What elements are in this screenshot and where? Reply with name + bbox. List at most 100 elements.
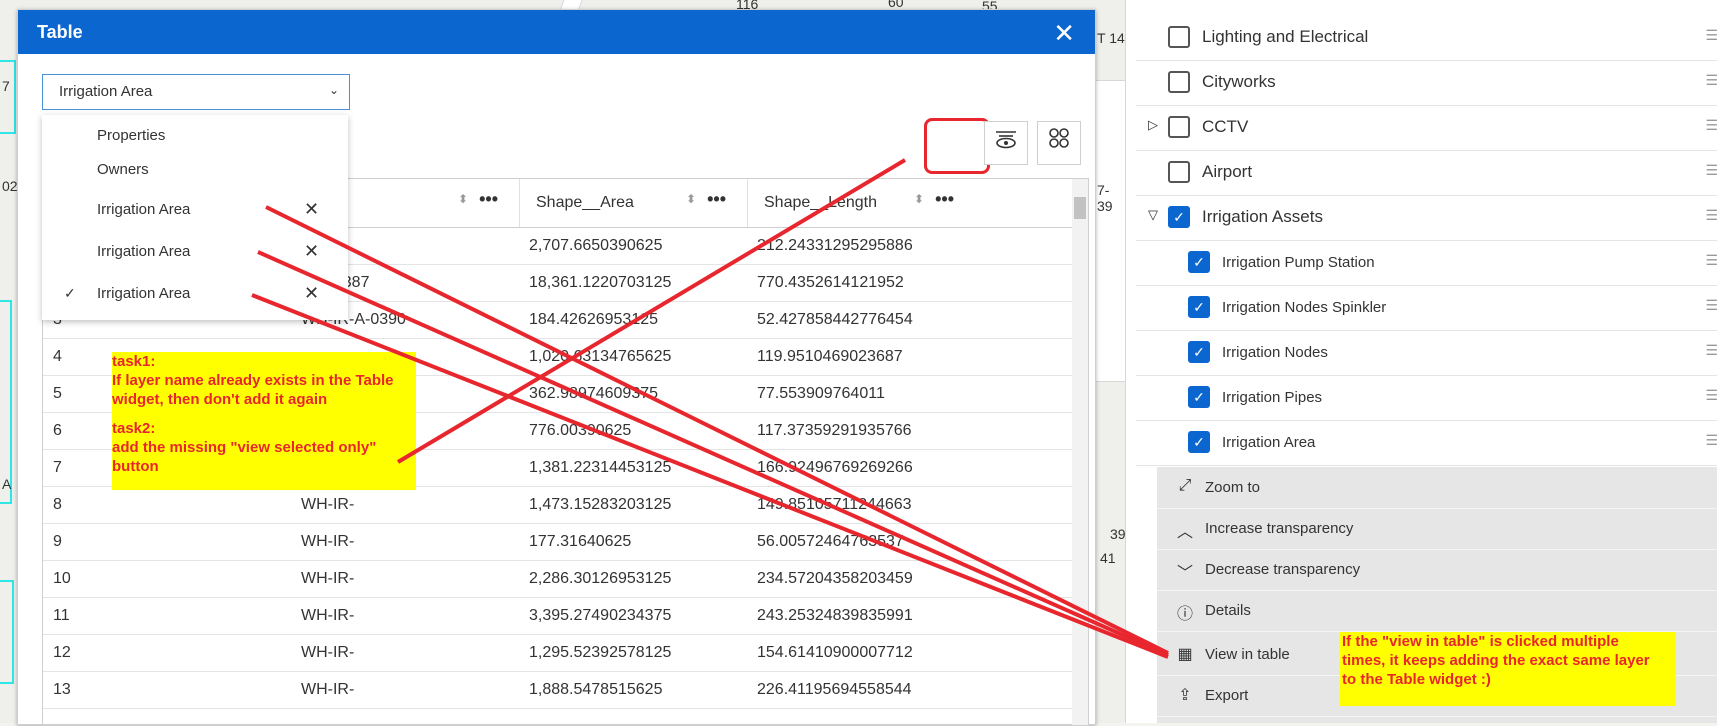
table-cell: 7 [53,459,62,476]
drag-handle-icon[interactable]: ☰ [1705,72,1717,89]
dropdown-item-label: Irrigation Area [97,285,191,302]
menu-item-label: Increase transparency [1205,520,1354,537]
view-in-table-note: If the "view in table" is clicked multip… [1340,632,1676,706]
drag-handle-icon[interactable]: ☰ [1705,342,1717,359]
scrollbar-thumb[interactable] [1074,197,1086,219]
close-icon[interactable]: ✕ [304,241,319,262]
layer-item[interactable]: Cityworks ☰ [1136,60,1717,106]
drag-handle-icon[interactable]: ☰ [1705,297,1717,314]
layer-item[interactable]: ✓ Irrigation Nodes Spinkler ☰ [1136,285,1717,331]
menu-item-details[interactable]: ⓘ Details [1157,590,1717,632]
show-hide-columns-button[interactable] [984,121,1028,165]
map-feature [0,60,16,134]
map-feature [0,580,14,684]
drag-handle-icon[interactable]: ☰ [1705,27,1717,44]
column-header-label: Shape__Length [764,194,877,211]
more-icon[interactable]: ••• [935,189,954,210]
table-cell: 119.9510469023687 [757,348,903,365]
dropdown-item-label: Owners [97,161,149,178]
close-icon[interactable]: ✕ [1053,18,1075,49]
table-cell: 56.00572464763537 [757,533,904,550]
layer-checkbox[interactable] [1168,116,1190,138]
menu-item-label: Decrease transparency [1205,561,1361,578]
sort-icon[interactable]: ⬍ [686,192,696,206]
close-icon[interactable]: ✕ [304,283,319,304]
chevron-up-icon: ︿ [1176,524,1193,541]
more-icon[interactable]: ••• [707,189,726,210]
menu-item-zoom-to[interactable]: ⤢ Zoom to [1157,467,1717,509]
table-row[interactable]: 10 WH-IR- 2,286.30126953125 234.57204358203… [43,560,1073,598]
drag-handle-icon[interactable]: ☰ [1705,162,1717,179]
drag-handle-icon[interactable]: ☰ [1705,252,1717,269]
layer-item[interactable]: ✓ Irrigation Area ☰ [1136,420,1717,466]
layer-checkbox[interactable] [1168,161,1190,183]
drag-handle-icon[interactable]: ☰ [1705,117,1717,134]
table-widget-title: Table [37,22,83,42]
more-icon[interactable]: ••• [479,189,498,210]
layer-checkbox[interactable] [1168,71,1190,93]
dropdown-item[interactable]: Owners [42,151,348,187]
table-scrollbar[interactable] [1072,179,1088,725]
dropdown-item-label: Irrigation Area [97,243,191,260]
layer-label: Irrigation Nodes Spinkler [1222,299,1387,316]
table-cell: 243.25324839835991 [757,607,913,624]
table-row[interactable]: 9 WH-IR- 177.31640625 56.00572464763537 [43,523,1073,561]
table-cell: 1,020.63134765625 [529,348,672,365]
layer-checkbox[interactable]: ✓ [1188,431,1210,453]
menu-item-decrease-transparency[interactable]: ﹀ Decrease transparency [1157,549,1717,591]
more-options-button[interactable] [1037,121,1081,165]
menu-item-increase-transparency[interactable]: ︿ Increase transparency [1157,508,1717,550]
layer-checkbox[interactable] [1168,26,1190,48]
table-cell: 52.427858442776454 [757,311,913,328]
layer-checkbox[interactable]: ✓ [1188,341,1210,363]
table-row[interactable]: 11 WH-IR- 3,395.27490234375 243.25324839835… [43,597,1073,635]
table-row[interactable]: 12 WH-IR- 1,295.52392578125 154.61410900007… [43,634,1073,672]
layer-item[interactable]: ✓ Irrigation Pipes ☰ [1136,375,1717,421]
layer-item[interactable]: ▷ CCTV ☰ [1136,105,1717,151]
layer-dropdown-menu: Properties Owners Irrigation Area ✕ Irri… [42,115,348,320]
table-row[interactable]: 13 WH-IR- 1,888.5478515625 226.411956945585… [43,671,1073,709]
layer-item[interactable]: ▽ ✓ Irrigation Assets ☰ [1136,195,1717,241]
expand-icon[interactable]: ▷ [1148,117,1158,133]
dropdown-item-label: Properties [97,127,166,144]
layer-select[interactable]: Irrigation Area ⌄ [42,74,350,110]
note-line: to the Table widget :) [1342,671,1491,688]
table-cell: 8 [53,496,62,513]
map-label: T 14 [1097,30,1125,46]
map-feature [0,300,12,504]
dropdown-item[interactable]: Irrigation Area ✕ [42,233,348,269]
dropdown-item[interactable]: Irrigation Area ✕ [42,191,348,227]
layer-item[interactable]: Airport ☰ [1136,150,1717,196]
table-row[interactable]: 8 WH-IR- 1,473.15283203125 149.851057112446… [43,486,1073,524]
table-cell: WH-IR- [301,533,355,550]
dropdown-item[interactable]: Properties [42,117,348,153]
table-cell: 6 [53,422,62,439]
sort-icon[interactable]: ⬍ [914,192,924,206]
layer-item[interactable]: ✓ Irrigation Nodes ☰ [1136,330,1717,376]
table-cell: 2,707.6650390625 [529,237,663,254]
drag-handle-icon[interactable]: ☰ [1705,207,1717,224]
layer-checkbox[interactable]: ✓ [1188,251,1210,273]
sort-icon[interactable]: ⬍ [458,192,468,206]
dropdown-item[interactable]: ✓ Irrigation Area ✕ [42,275,348,311]
map-label: 7 [2,78,10,94]
layer-item[interactable]: ✓ Irrigation Pump Station ☰ [1136,240,1717,286]
table-icon: ▦ [1177,646,1193,663]
column-header[interactable]: Shape__Area ⬍ ••• [519,179,748,227]
grid-circles-icon [1049,128,1069,148]
layer-select-value: Irrigation Area [59,83,153,100]
eye-list-icon [996,131,1016,149]
map-label: 39 [1110,526,1125,542]
layer-item[interactable]: Lighting and Electrical ☰ [1136,15,1717,61]
layer-checkbox[interactable]: ✓ [1168,206,1190,228]
column-header[interactable]: Shape__Length ⬍ ••• [747,179,976,227]
dropdown-item-label: Irrigation Area [97,201,191,218]
drag-handle-icon[interactable]: ☰ [1705,387,1717,404]
close-icon[interactable]: ✕ [304,199,319,220]
drag-handle-icon[interactable]: ☰ [1705,432,1717,449]
collapse-icon[interactable]: ▽ [1148,207,1158,223]
layer-checkbox[interactable]: ✓ [1188,296,1210,318]
menu-item-label: Export [1205,687,1249,704]
layer-checkbox[interactable]: ✓ [1188,386,1210,408]
table-cell: 770.4352614121952 [757,274,904,291]
